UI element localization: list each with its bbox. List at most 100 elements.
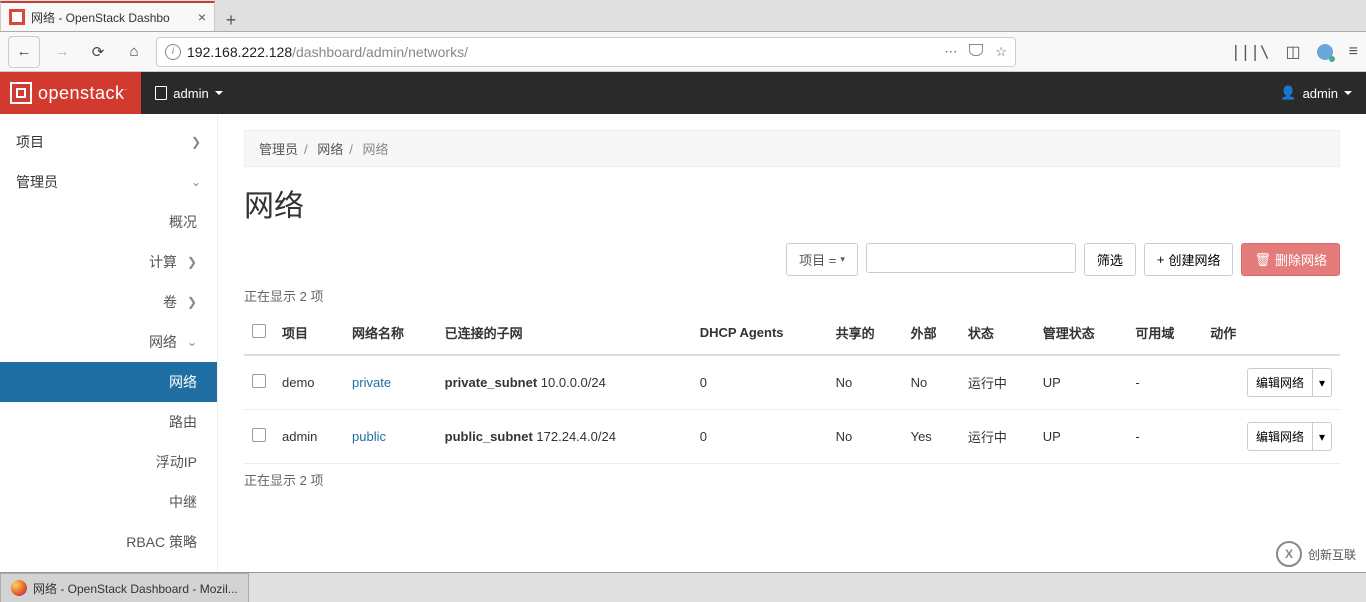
- chevron-down-icon: [1344, 91, 1352, 95]
- project-name: admin: [173, 86, 208, 101]
- network-link[interactable]: public: [352, 429, 386, 444]
- firefox-icon: [11, 580, 27, 596]
- sidebar: 项目❯ 管理员⌄ 概况 计算❯ 卷❯ 网络⌄ 网络 路由 浮动IP 中继 RBA…: [0, 114, 218, 572]
- forward-button[interactable]: →: [48, 38, 76, 66]
- cell-subnet: private_subnet 10.0.0.0/24: [437, 355, 692, 410]
- col-external[interactable]: 外部: [903, 311, 960, 355]
- watermark-text: 创新互联: [1308, 546, 1356, 563]
- pocket-icon[interactable]: [969, 44, 983, 56]
- os-taskbar: 网络 - OpenStack Dashboard - Mozil...: [0, 572, 1366, 602]
- row-checkbox[interactable]: [252, 428, 266, 442]
- url-bar[interactable]: i 192.168.222.128/dashboard/admin/networ…: [156, 37, 1016, 67]
- count-text-top: 正在显示 2 项: [244, 286, 1340, 305]
- chevron-right-icon: ❯: [191, 135, 201, 149]
- col-actions: 动作: [1202, 311, 1340, 355]
- col-shared[interactable]: 共享的: [828, 311, 903, 355]
- chevron-down-icon: [215, 91, 223, 95]
- back-button[interactable]: ←: [8, 36, 40, 68]
- sidebar-icon[interactable]: ◫: [1286, 42, 1301, 62]
- browser-tab-strip: 网络 - OpenStack Dashbo × +: [0, 0, 1366, 32]
- filter-input[interactable]: [866, 243, 1076, 273]
- cell-status: 运行中: [960, 410, 1035, 464]
- sidebar-item-relay[interactable]: 中继: [0, 482, 217, 522]
- user-dropdown[interactable]: 👤 admin: [1266, 85, 1366, 101]
- cell-admin-state: UP: [1035, 355, 1128, 410]
- select-all-checkbox[interactable]: [252, 324, 266, 338]
- brand-logo[interactable]: openstack.: [0, 72, 141, 114]
- browser-tab[interactable]: 网络 - OpenStack Dashbo ×: [0, 1, 215, 31]
- watermark: X 创新互联: [1220, 538, 1360, 570]
- site-info-icon[interactable]: i: [165, 44, 181, 60]
- library-icon[interactable]: |||\: [1231, 42, 1270, 61]
- cell-project: admin: [274, 410, 344, 464]
- watermark-logo: X: [1276, 541, 1302, 567]
- network-link[interactable]: private: [352, 375, 391, 390]
- bookmark-icon[interactable]: ☆: [995, 44, 1007, 60]
- row-actions-dropdown[interactable]: ▾: [1313, 368, 1332, 397]
- sidebar-item-compute[interactable]: 计算❯: [0, 242, 217, 282]
- close-tab-icon[interactable]: ×: [198, 9, 206, 25]
- sidebar-item-volumes[interactable]: 卷❯: [0, 282, 217, 322]
- main-content: 管理员/ 网络/ 网络 网络 项目 = ▾ 筛选 +创建网络 🗑删除网络 正在显…: [218, 114, 1366, 572]
- user-icon: 👤: [1280, 85, 1296, 101]
- brand-text: openstack.: [38, 83, 127, 104]
- cell-shared: No: [828, 410, 903, 464]
- chevron-down-icon: ⌄: [191, 175, 201, 189]
- cell-external: Yes: [903, 410, 960, 464]
- filter-button[interactable]: 筛选: [1084, 243, 1136, 276]
- sidebar-item-admin[interactable]: 管理员⌄: [0, 162, 217, 202]
- sidebar-item-networks[interactable]: 网络: [0, 362, 217, 402]
- actions-row: 项目 = ▾ 筛选 +创建网络 🗑删除网络: [244, 243, 1340, 276]
- sidebar-item-project[interactable]: 项目❯: [0, 122, 217, 162]
- tab-title: 网络 - OpenStack Dashbo: [31, 9, 192, 26]
- cell-project: demo: [274, 355, 344, 410]
- col-status[interactable]: 状态: [960, 311, 1035, 355]
- edit-network-button[interactable]: 编辑网络: [1247, 422, 1313, 451]
- col-name[interactable]: 网络名称: [344, 311, 437, 355]
- user-name: admin: [1303, 86, 1338, 101]
- filter-type-dropdown[interactable]: 项目 = ▾: [786, 243, 858, 276]
- cell-az: -: [1127, 410, 1202, 464]
- cell-dhcp: 0: [692, 410, 828, 464]
- col-subnets[interactable]: 已连接的子网: [437, 311, 692, 355]
- menu-icon[interactable]: ≡: [1349, 43, 1358, 61]
- breadcrumb: 管理员/ 网络/ 网络: [244, 130, 1340, 167]
- edit-network-button[interactable]: 编辑网络: [1247, 368, 1313, 397]
- row-actions-dropdown[interactable]: ▾: [1313, 422, 1332, 451]
- col-dhcp[interactable]: DHCP Agents: [692, 311, 828, 355]
- taskbar-item[interactable]: 网络 - OpenStack Dashboard - Mozil...: [0, 573, 249, 602]
- page-title: 网络: [244, 181, 1340, 225]
- delete-network-button[interactable]: 🗑删除网络: [1241, 243, 1340, 276]
- taskbar-label: 网络 - OpenStack Dashboard - Mozil...: [33, 580, 238, 597]
- cell-external: No: [903, 355, 960, 410]
- count-text-bottom: 正在显示 2 项: [244, 470, 1340, 489]
- table-row: admin public public_subnet 172.24.4.0/24…: [244, 410, 1340, 464]
- cell-dhcp: 0: [692, 355, 828, 410]
- page-actions-icon[interactable]: ⋯: [944, 44, 957, 60]
- sidebar-item-network[interactable]: 网络⌄: [0, 322, 217, 362]
- sidebar-item-overview[interactable]: 概况: [0, 202, 217, 242]
- col-az[interactable]: 可用域: [1127, 311, 1202, 355]
- create-network-button[interactable]: +创建网络: [1144, 243, 1234, 276]
- cell-az: -: [1127, 355, 1202, 410]
- new-tab-button[interactable]: +: [215, 10, 247, 31]
- plus-icon: +: [1157, 252, 1165, 267]
- trash-icon: 🗑: [1254, 252, 1271, 268]
- col-project[interactable]: 项目: [274, 311, 344, 355]
- col-admin-state[interactable]: 管理状态: [1035, 311, 1128, 355]
- breadcrumb-item[interactable]: 网络: [317, 142, 343, 157]
- breadcrumb-item[interactable]: 管理员: [259, 142, 298, 157]
- sidebar-item-routers[interactable]: 路由: [0, 402, 217, 442]
- cell-admin-state: UP: [1035, 410, 1128, 464]
- project-dropdown[interactable]: admin: [141, 72, 236, 114]
- reload-button[interactable]: ⟳: [84, 38, 112, 66]
- breadcrumb-current: 网络: [363, 142, 389, 157]
- home-button[interactable]: ⌂: [120, 38, 148, 66]
- app-topbar: openstack. admin 👤 admin: [0, 72, 1366, 114]
- profile-icon[interactable]: [1317, 44, 1333, 60]
- row-checkbox[interactable]: [252, 374, 266, 388]
- chevron-down-icon: ⌄: [187, 335, 197, 349]
- openstack-favicon: [9, 9, 25, 25]
- sidebar-item-floating-ips[interactable]: 浮动IP: [0, 442, 217, 482]
- sidebar-item-rbac[interactable]: RBAC 策略: [0, 522, 217, 562]
